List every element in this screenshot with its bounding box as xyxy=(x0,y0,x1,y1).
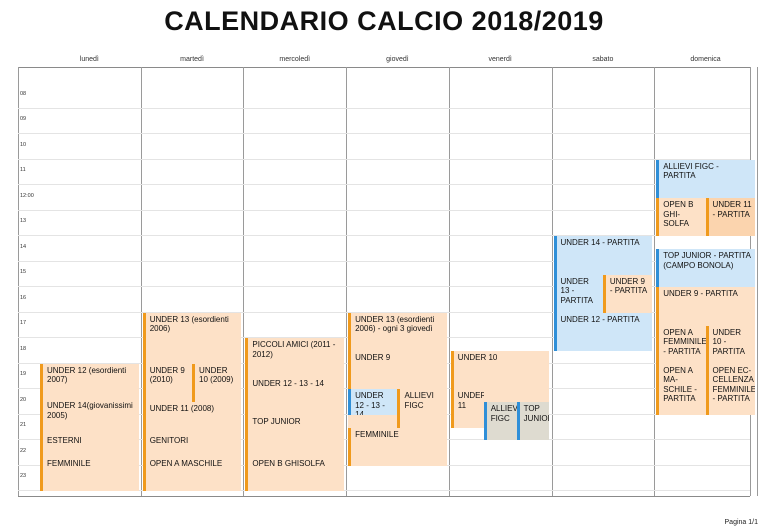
calendar-event[interactable]: UNDER 12 - PARTITA xyxy=(553,312,653,351)
day-column-divider xyxy=(18,67,19,496)
hour-label: 10 xyxy=(20,141,27,148)
calendar-event[interactable]: UNDER 10 - PARTITA xyxy=(705,325,755,364)
grid-bottom-edge xyxy=(18,496,750,497)
calendar-event[interactable]: PICCOLI AMICI (2011 - 2012) xyxy=(245,338,345,377)
calendar-event[interactable]: UNDER 10 (2009) xyxy=(192,363,242,402)
calendar-event[interactable]: UNDER 12 (esordienti 2007) xyxy=(40,363,139,400)
calendar-event[interactable]: UNDER 13 (esordienti 2006) xyxy=(142,312,242,364)
day-column-divider xyxy=(140,67,142,496)
hour-gridline xyxy=(18,107,750,109)
hour-label: 18 xyxy=(20,345,27,352)
calendar-event[interactable]: UNDER 14 - PARTITA xyxy=(553,236,653,275)
calendar-event[interactable]: ESTERNI xyxy=(40,433,139,457)
hour-label: 09 xyxy=(20,116,27,123)
day-header: mercoledì xyxy=(279,56,311,63)
day-column-divider xyxy=(346,67,348,496)
day-column-divider xyxy=(448,67,450,496)
calendar-event[interactable]: OPEN B GHISOLFA xyxy=(245,456,345,492)
calendar-event[interactable]: ALLIEVI FIGC xyxy=(397,389,447,428)
hour-label: 15 xyxy=(20,269,27,276)
hour-label: 08 xyxy=(20,90,27,97)
hour-gridline xyxy=(18,184,750,186)
calendar-event[interactable]: ALLIEVI FIGC - PARTITA xyxy=(656,159,755,198)
calendar-event[interactable]: OPEN A MASCHILE xyxy=(142,456,242,492)
hour-gridline xyxy=(18,133,750,135)
hour-label: 13 xyxy=(20,218,27,225)
day-column-divider xyxy=(654,67,656,496)
calendar-event[interactable]: FEMMINILE xyxy=(40,456,139,492)
calendar-event[interactable]: ALLIEVI FIGC xyxy=(483,402,517,441)
calendar-event[interactable]: UNDER 9 - PARTITA xyxy=(602,274,653,313)
calendar-event[interactable]: TOP JUNIOR xyxy=(245,414,345,457)
page-footer: Pagina 1/1 xyxy=(724,519,758,526)
calendar-event[interactable]: UNDER 12 - 13 - 14 xyxy=(245,376,345,415)
hour-label: 12:00 xyxy=(20,192,34,199)
hour-gridline xyxy=(18,209,750,211)
calendar-event[interactable]: FEMMINILE xyxy=(348,427,447,466)
day-header: venerdì xyxy=(488,56,512,63)
day-header: giovedì xyxy=(386,56,409,63)
day-column-divider xyxy=(756,67,758,496)
day-column-divider xyxy=(243,67,245,496)
hour-label: 17 xyxy=(20,320,27,327)
calendar-event[interactable]: UNDER 9 - PARTITA xyxy=(656,287,755,326)
calendar-event[interactable]: UNDER 11 (2008) xyxy=(142,402,242,434)
header-divider xyxy=(18,67,750,68)
calendar-event[interactable]: TOP JUNIOR - PARTITA (CAMPO BONOLA) xyxy=(656,249,755,288)
weekly-calendar-grid: lunedì martedì mercoledì giovedì venerdì saba… xyxy=(0,0,768,530)
calendar-event[interactable]: UNDER 9 (2010) xyxy=(142,363,193,402)
calendar-event[interactable]: OPEN A FEMMINILE - PARTITA xyxy=(656,325,706,364)
day-header: sabato xyxy=(592,56,614,63)
calendar-event[interactable]: UNDER 11 - PARTITA xyxy=(705,198,755,237)
calendar-event[interactable]: UNDER 13 (esordienti 2006) - ogni 3 giov… xyxy=(348,312,447,351)
hour-gridline xyxy=(18,158,750,160)
day-header: lunedì xyxy=(79,56,99,63)
calendar-event[interactable]: OPEN B GHI- SOLFA xyxy=(656,198,706,237)
calendar-event[interactable]: OPEN A MA- SCHILE - PARTITA xyxy=(656,363,706,415)
calendar-event[interactable]: TOP JUNIOR xyxy=(516,402,550,441)
day-column-divider xyxy=(551,67,553,496)
hour-label: 16 xyxy=(20,294,27,301)
calendar-event[interactable]: UNDER 14(giovanissimi 2005) xyxy=(40,399,139,434)
calendar-event[interactable]: UNDER 13 - PARTITA xyxy=(553,274,603,313)
calendar-event[interactable]: OPEN EC- CELLENZA FEMMINILE - PARTITA xyxy=(705,363,755,415)
hour-label: 11 xyxy=(20,167,26,174)
calendar-event[interactable]: UNDER 12 - 13 - 14 (Sempione Half) xyxy=(348,389,398,415)
calendar-event[interactable]: GENITORI xyxy=(142,433,242,457)
day-header: martedì xyxy=(180,56,204,63)
hour-label: 14 xyxy=(20,243,27,250)
calendar-event[interactable]: UNDER 9 xyxy=(348,351,447,390)
day-header: domenica xyxy=(690,56,721,63)
calendar-event[interactable]: UNDER 11 xyxy=(450,389,484,428)
